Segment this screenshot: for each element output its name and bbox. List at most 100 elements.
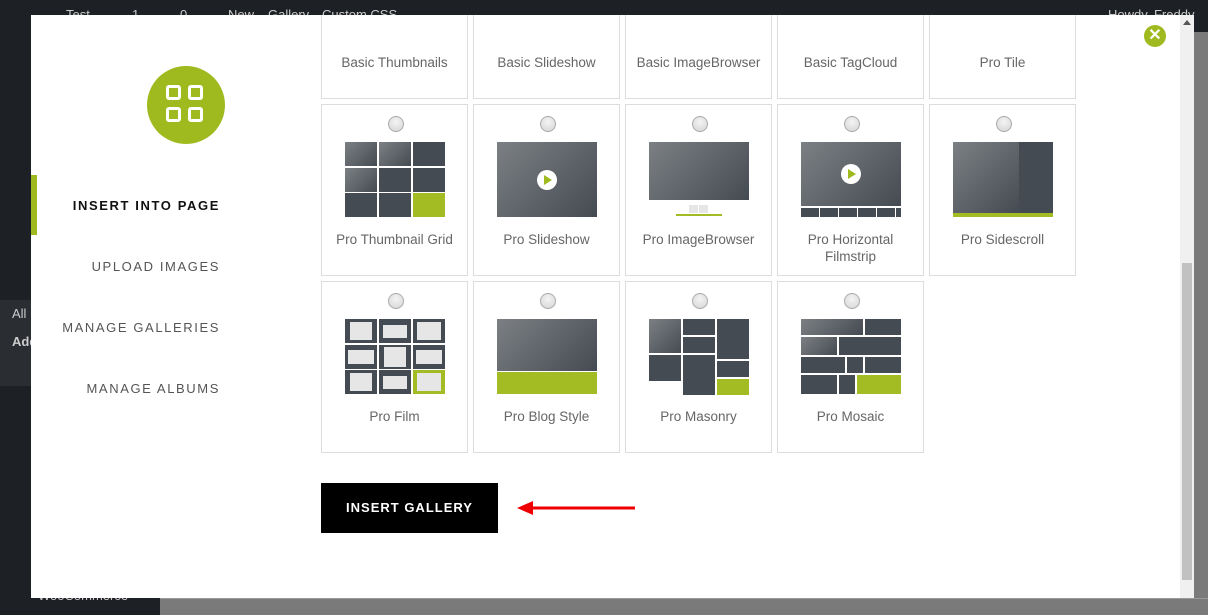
thumbnail-block [839, 208, 857, 217]
thumbnail-block [497, 372, 597, 394]
submenu-all[interactable]: All [12, 306, 26, 321]
thumbnail-block [497, 319, 597, 371]
thumbnail-block [417, 322, 441, 340]
display-type-card[interactable]: Basic Slideshow [473, 15, 620, 99]
display-type-card[interactable]: Pro Sidescroll [929, 104, 1076, 276]
display-type-radio[interactable] [692, 293, 708, 309]
display-type-thumbnail [497, 15, 597, 40]
display-type-thumbnail [649, 142, 749, 217]
scroll-up-icon[interactable] [1183, 20, 1191, 25]
thumbnail-block [717, 379, 749, 395]
thumbnail-block [649, 355, 681, 381]
nextgen-logo-icon [147, 66, 225, 144]
display-type-thumbnail [801, 319, 901, 394]
thumbnail-block [416, 350, 442, 364]
thumbnail-block [877, 208, 895, 217]
display-type-thumbnail [801, 15, 901, 40]
display-type-card[interactable]: Pro Horizontal Filmstrip [777, 104, 924, 276]
display-type-thumbnail [649, 319, 749, 395]
display-type-thumbnail [497, 142, 597, 217]
thumbnail-block [717, 361, 749, 377]
thumbnail-block [801, 319, 863, 335]
background-editor [160, 598, 1208, 615]
thumbnail-block [820, 208, 838, 217]
display-type-label: Basic TagCloud [803, 55, 898, 70]
thumbnail-block [417, 373, 441, 391]
display-type-radio[interactable] [844, 116, 860, 132]
play-icon [537, 170, 557, 190]
display-type-card[interactable]: Basic ImageBrowser [625, 15, 772, 99]
red-arrow-annotation [517, 501, 635, 515]
thumbnail-block [348, 350, 374, 364]
display-type-thumbnail [345, 319, 445, 394]
nav-upload-images[interactable]: UPLOAD IMAGES [92, 259, 220, 274]
thumbnail-block [345, 168, 377, 192]
thumbnail-block [801, 375, 837, 394]
thumbnail-block [683, 355, 715, 395]
display-type-card[interactable]: Pro Film [321, 281, 468, 453]
thumbnail-block [350, 373, 372, 391]
display-type-radio[interactable] [540, 293, 556, 309]
thumbnail-block [649, 142, 749, 200]
thumbnail-block [345, 193, 377, 217]
display-type-thumbnail [953, 15, 1053, 40]
scrollbar-thumb[interactable] [1182, 263, 1192, 580]
display-type-thumbnail [345, 15, 445, 40]
thumbnail-block [683, 337, 715, 353]
thumbnail-block [699, 205, 708, 213]
display-type-thumbnail [345, 142, 445, 217]
thumbnail-block [383, 325, 407, 338]
display-type-label: Pro Slideshow [503, 232, 590, 247]
display-type-thumbnail [497, 319, 597, 394]
display-type-thumbnail [953, 142, 1053, 217]
background-page [1194, 32, 1208, 615]
thumbnail-block [413, 168, 445, 192]
thumbnail-block [839, 337, 901, 355]
display-type-label: Basic Thumbnails [341, 55, 448, 70]
display-type-label: Pro Thumbnail Grid [336, 232, 453, 247]
display-type-card[interactable]: Basic Thumbnails [321, 15, 468, 99]
thumbnail-block [379, 168, 411, 192]
thumbnail-block [379, 193, 411, 217]
display-type-label: Pro Blog Style [503, 409, 590, 424]
thumbnail-block [350, 322, 372, 340]
thumbnail-block [858, 208, 876, 217]
display-type-card[interactable]: Basic TagCloud [777, 15, 924, 99]
active-nav-indicator [31, 175, 37, 235]
nav-manage-galleries[interactable]: MANAGE GALLERIES [62, 320, 220, 335]
display-type-thumbnail [801, 142, 901, 217]
thumbnail-block [847, 357, 863, 373]
display-type-card[interactable]: Pro Tile [929, 15, 1076, 99]
thumbnail-block [649, 319, 681, 353]
display-type-label: Basic ImageBrowser [636, 55, 761, 70]
thumbnail-block [413, 193, 445, 217]
display-type-card[interactable]: Pro Slideshow [473, 104, 620, 276]
insert-gallery-button[interactable]: INSERT GALLERY [321, 483, 498, 533]
display-type-radio[interactable] [996, 116, 1012, 132]
display-type-radio[interactable] [388, 293, 404, 309]
thumbnail-block [413, 142, 445, 166]
thumbnail-block [839, 375, 855, 394]
display-type-card[interactable]: Pro Blog Style [473, 281, 620, 453]
thumbnail-block [953, 213, 1053, 217]
display-type-radio[interactable] [388, 116, 404, 132]
display-type-radio[interactable] [692, 116, 708, 132]
close-icon[interactable]: ✕ [1144, 25, 1166, 47]
display-type-radio[interactable] [540, 116, 556, 132]
display-type-radio[interactable] [844, 293, 860, 309]
display-type-card[interactable]: Pro Thumbnail Grid [321, 104, 468, 276]
display-type-card[interactable]: Pro Mosaic [777, 281, 924, 453]
play-icon [841, 164, 861, 184]
display-type-label: Basic Slideshow [497, 55, 596, 70]
nav-manage-albums[interactable]: MANAGE ALBUMS [87, 381, 221, 396]
thumbnail-block [717, 319, 749, 359]
thumbnail-block [953, 142, 1019, 213]
display-type-label: Pro ImageBrowser [642, 232, 755, 247]
display-type-card[interactable]: Pro ImageBrowser [625, 104, 772, 276]
modal-scrollbar[interactable] [1180, 15, 1194, 598]
thumbnail-block [689, 205, 698, 213]
display-type-card[interactable]: Pro Masonry [625, 281, 772, 453]
thumbnail-block [801, 208, 819, 217]
thumbnail-block [676, 214, 722, 216]
nav-insert-into-page[interactable]: INSERT INTO PAGE [73, 198, 220, 213]
